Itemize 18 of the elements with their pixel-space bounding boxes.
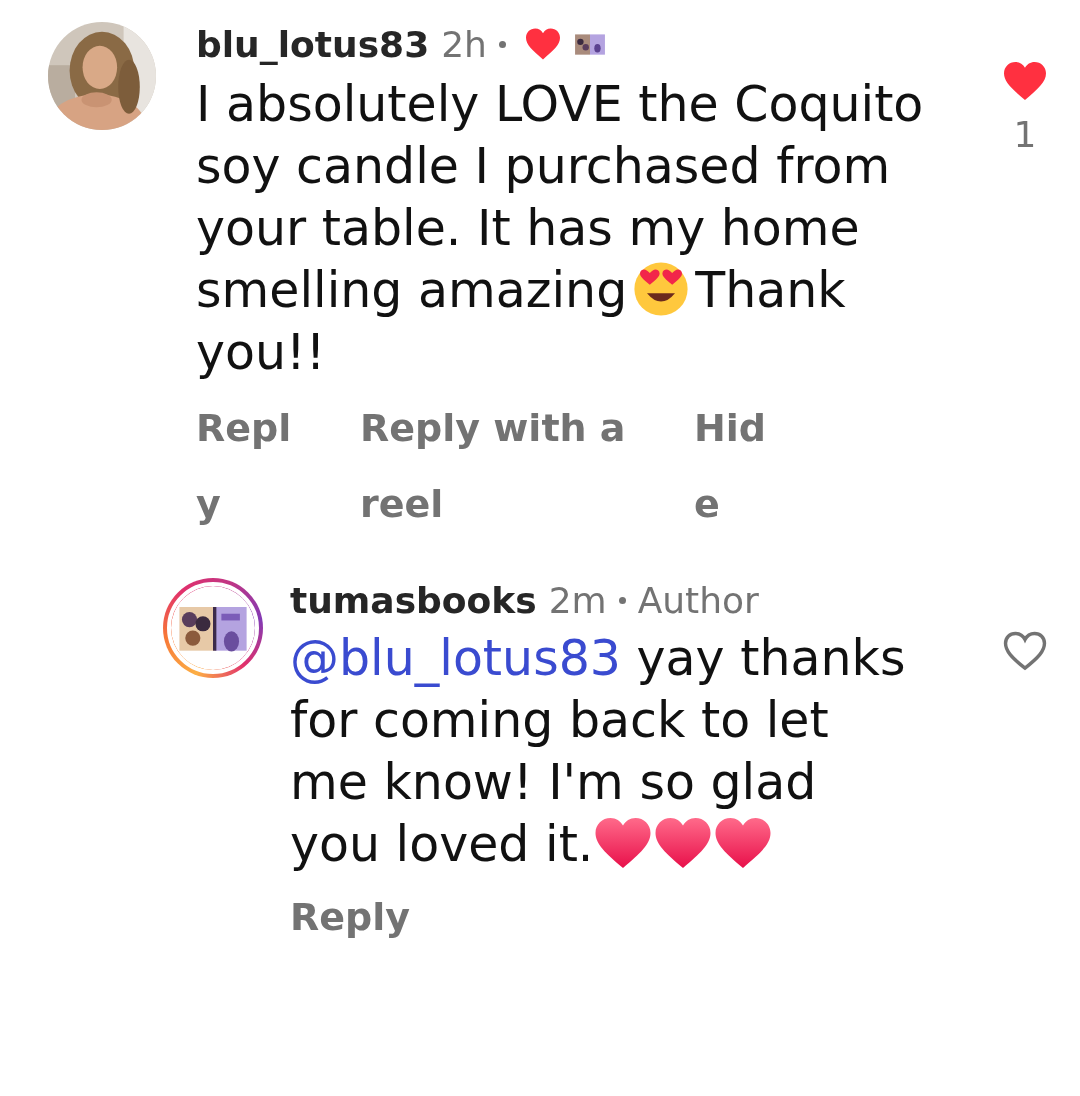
action-link[interactable]: Reply bbox=[196, 390, 296, 542]
like-icon[interactable] bbox=[1002, 630, 1048, 672]
comment-text: I absolutely LOVE the Coquito soy candle I purchased from your table. It has my home smelling amazing Thank you!! bbox=[196, 75, 925, 383]
action-link[interactable]: Reply with a reel bbox=[360, 390, 630, 542]
like-count: 1 bbox=[1013, 114, 1037, 155]
mention-link[interactable]: @blu_lotus83 bbox=[290, 630, 621, 687]
separator-dot bbox=[618, 596, 626, 604]
comment-text: @blu_lotus83 yay thanks for coming back to let me know! I'm so glad you loved it. bbox=[290, 629, 907, 875]
username[interactable]: blu_lotus83 bbox=[196, 23, 430, 65]
author-label: Author bbox=[637, 579, 759, 621]
heart-eyes-emoji-icon bbox=[633, 261, 690, 317]
username[interactable]: tumasbooks bbox=[290, 579, 537, 621]
separator-dot bbox=[498, 40, 506, 48]
timestamp: 2m bbox=[548, 579, 607, 621]
timestamp: 2h bbox=[441, 23, 487, 65]
action-link[interactable]: Hide bbox=[694, 390, 774, 542]
like-icon[interactable] bbox=[1002, 60, 1048, 102]
action-link[interactable]: Reply bbox=[290, 892, 411, 942]
